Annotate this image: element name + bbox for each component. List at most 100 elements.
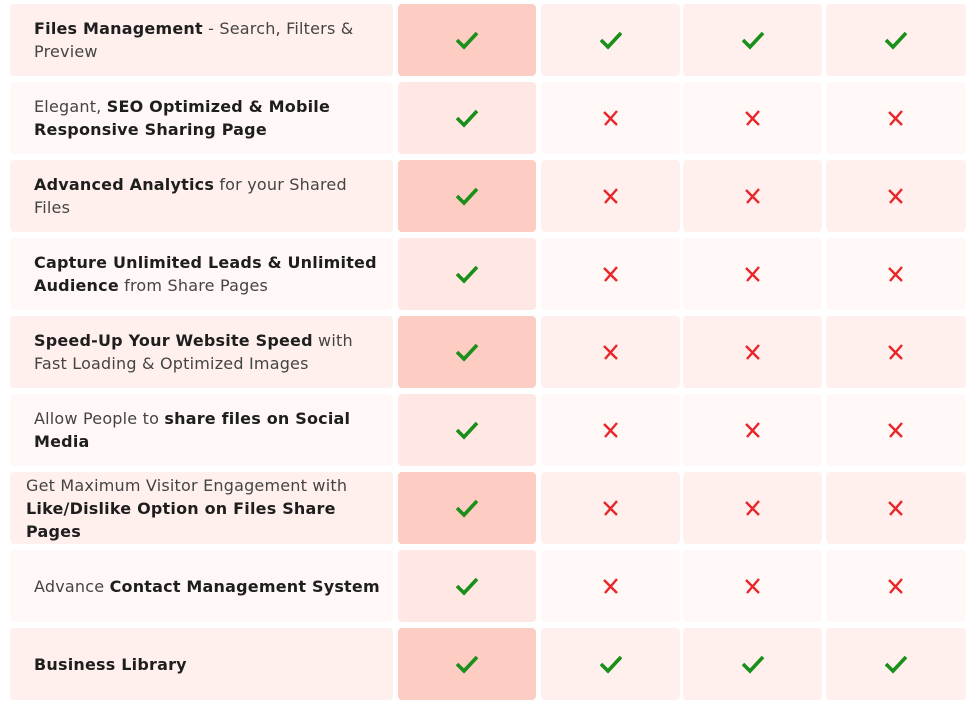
checkmark-icon [455, 420, 479, 440]
table-row: Allow People to share files on Social Me… [10, 394, 966, 466]
checkmark-icon [455, 30, 479, 50]
plan-3-cell [683, 394, 822, 466]
checkmark-icon [884, 654, 908, 674]
table-row: Elegant, SEO Optimized & Mobile Responsi… [10, 82, 966, 154]
cross-icon [744, 187, 762, 205]
plan-2-cell [541, 550, 680, 622]
feature-label: Advanced Analytics for your Shared Files [10, 160, 393, 232]
checkmark-icon [599, 30, 623, 50]
cross-icon [602, 109, 620, 127]
plan-4-cell [826, 628, 966, 700]
plan-4-cell [826, 82, 966, 154]
plan-1-cell [398, 238, 536, 310]
cross-icon [744, 577, 762, 595]
feature-comparison-table: Files Management - Search, Filters & Pre… [10, 4, 966, 706]
plan-2-cell [541, 82, 680, 154]
cross-icon [887, 577, 905, 595]
feature-text: Get Maximum Visitor Engagement with Like… [26, 474, 385, 543]
plan-3-cell [683, 82, 822, 154]
plan-1-cell [398, 316, 536, 388]
feature-text-bold: Files Management [34, 19, 203, 38]
plan-3-cell [683, 4, 822, 76]
plan-3-cell [683, 160, 822, 232]
plan-3-cell [683, 550, 822, 622]
cross-icon [602, 577, 620, 595]
table-row: Capture Unlimited Leads & Unlimited Audi… [10, 238, 966, 310]
plan-3-cell [683, 472, 822, 544]
feature-text: Speed-Up Your Website Speed with Fast Lo… [34, 329, 385, 375]
cross-icon [887, 343, 905, 361]
plan-1-cell [398, 394, 536, 466]
plan-2-cell [541, 628, 680, 700]
feature-text: Allow People to share files on Social Me… [34, 407, 385, 453]
cross-icon [887, 421, 905, 439]
feature-text-regular: Allow People to [34, 409, 165, 428]
cross-icon [887, 499, 905, 517]
plan-4-cell [826, 4, 966, 76]
plan-4-cell [826, 394, 966, 466]
table-row: Business Library [10, 628, 966, 700]
feature-text-regular: from Share Pages [118, 276, 269, 295]
feature-text: Capture Unlimited Leads & Unlimited Audi… [34, 251, 385, 297]
plan-2-cell [541, 394, 680, 466]
plan-1-cell [398, 82, 536, 154]
checkmark-icon [455, 342, 479, 362]
plan-1-cell [398, 4, 536, 76]
cross-icon [602, 499, 620, 517]
feature-label: Elegant, SEO Optimized & Mobile Responsi… [10, 82, 393, 154]
plan-4-cell [826, 160, 966, 232]
checkmark-icon [884, 30, 908, 50]
checkmark-icon [599, 654, 623, 674]
checkmark-icon [455, 498, 479, 518]
feature-label: Advance Contact Management System [10, 550, 393, 622]
table-row: Advanced Analytics for your Shared Files [10, 160, 966, 232]
table-row: Advance Contact Management System [10, 550, 966, 622]
feature-text-bold: Advanced Analytics [34, 175, 215, 194]
cross-icon [744, 421, 762, 439]
cross-icon [602, 421, 620, 439]
plan-3-cell [683, 316, 822, 388]
feature-text-regular: Elegant, [34, 97, 107, 116]
table-row: Files Management - Search, Filters & Pre… [10, 4, 966, 76]
feature-text: Business Library [34, 653, 187, 676]
plan-4-cell [826, 472, 966, 544]
plan-4-cell [826, 550, 966, 622]
feature-label: Files Management - Search, Filters & Pre… [10, 4, 393, 76]
feature-label: Allow People to share files on Social Me… [10, 394, 393, 466]
cross-icon [602, 343, 620, 361]
plan-1-cell [398, 472, 536, 544]
feature-label: Speed-Up Your Website Speed with Fast Lo… [10, 316, 393, 388]
feature-text-bold: Speed-Up Your Website Speed [34, 331, 313, 350]
checkmark-icon [455, 654, 479, 674]
feature-text-regular: Get Maximum Visitor Engagement with [26, 475, 348, 495]
feature-label: Get Maximum Visitor Engagement with Like… [10, 472, 393, 544]
plan-1-cell [398, 160, 536, 232]
checkmark-icon [455, 108, 479, 128]
feature-text-bold: Like/Dislike Option on Files Share Pages [26, 498, 336, 541]
feature-text: Advance Contact Management System [34, 575, 380, 598]
plan-1-cell [398, 550, 536, 622]
checkmark-icon [741, 654, 765, 674]
cross-icon [887, 109, 905, 127]
checkmark-icon [455, 264, 479, 284]
cross-icon [602, 265, 620, 283]
cross-icon [744, 499, 762, 517]
plan-2-cell [541, 160, 680, 232]
checkmark-icon [455, 576, 479, 596]
cross-icon [887, 187, 905, 205]
feature-label: Business Library [10, 628, 393, 700]
checkmark-icon [455, 186, 479, 206]
cross-icon [744, 265, 762, 283]
plan-4-cell [826, 238, 966, 310]
plan-3-cell [683, 628, 822, 700]
feature-text-regular: Advance [34, 576, 110, 596]
plan-1-cell [398, 628, 536, 700]
plan-2-cell [541, 472, 680, 544]
plan-2-cell [541, 4, 680, 76]
plan-2-cell [541, 238, 680, 310]
feature-text: Advanced Analytics for your Shared Files [34, 173, 385, 219]
feature-text-bold: Contact Management System [109, 576, 380, 596]
cross-icon [744, 343, 762, 361]
cross-icon [602, 187, 620, 205]
feature-text: Files Management - Search, Filters & Pre… [34, 17, 385, 63]
